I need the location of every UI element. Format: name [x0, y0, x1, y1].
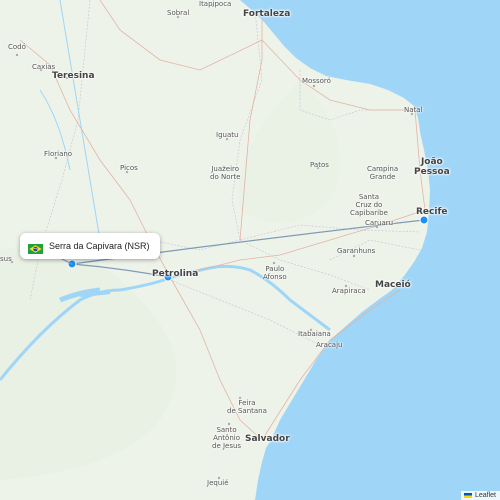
city-label-fortaleza: Fortaleza — [243, 9, 291, 19]
city-label-feira-de-santana: Feira de Santana — [227, 399, 267, 415]
city-label-joao-pessoa: João Pessoa — [414, 157, 450, 177]
city-label-sus: sus — [0, 255, 12, 263]
city-label-aracaju: Aracaju — [316, 341, 343, 349]
city-label-jequie: Jequié — [207, 479, 229, 487]
city-label-maceio: Maceió — [375, 280, 411, 290]
city-label-picos: Picos — [120, 164, 138, 172]
city-label-mossoro: Mossoró — [302, 77, 331, 85]
city-label-iguatu: Iguatu — [216, 131, 239, 139]
city-label-teresina: Teresina — [52, 71, 95, 81]
city-label-natal: Natal — [404, 106, 423, 114]
city-label-floriano: Floriano — [44, 150, 73, 158]
city-label-codo: Codó — [8, 43, 26, 51]
city-label-caruaru: Caruaru — [365, 219, 394, 227]
city-label-arapiraca: Arapiraca — [332, 287, 366, 295]
ukraine-flag-icon — [463, 493, 472, 498]
city-label-campina-grande: Campina Grande — [367, 165, 399, 181]
origin-airport-name: Serra da Capivara (NSR) — [49, 241, 150, 251]
city-label-sobral: Sobral — [167, 9, 190, 17]
airport-marker-recife — [419, 215, 429, 225]
map-attribution[interactable]: Leaflet — [460, 491, 500, 500]
city-label-petrolina: Petrolina — [152, 269, 199, 279]
route-map[interactable]: Sobral Itapipoca Fortaleza Codó Caxias T… — [0, 0, 500, 500]
origin-airport-callout[interactable]: Serra da Capivara (NSR) — [20, 233, 160, 259]
city-label-patos: Patos — [310, 161, 329, 169]
city-label-garanhuns: Garanhuns — [337, 247, 376, 255]
city-label-itabaiana: Itabaiana — [298, 330, 331, 338]
city-label-paulo-afonso: Paulo Afonso — [263, 265, 287, 281]
leaflet-link[interactable]: Leaflet — [475, 492, 496, 499]
city-label-salvador: Salvador — [245, 434, 290, 444]
city-label-itapipoca: Itapipoca — [199, 0, 232, 8]
city-label-santo-antonio-de-jesus: Santo Antônio de Jesus — [212, 426, 242, 450]
city-label-caxias: Caxias — [32, 63, 56, 71]
brazil-flag-icon — [28, 241, 43, 254]
city-label-juazeiro-do-norte: Juazeiro do Norte — [210, 165, 241, 181]
city-label-recife: Recife — [416, 207, 448, 217]
city-label-santa-cruz-do-capibaribe: Santa Cruz do Capibaribe — [350, 193, 388, 217]
